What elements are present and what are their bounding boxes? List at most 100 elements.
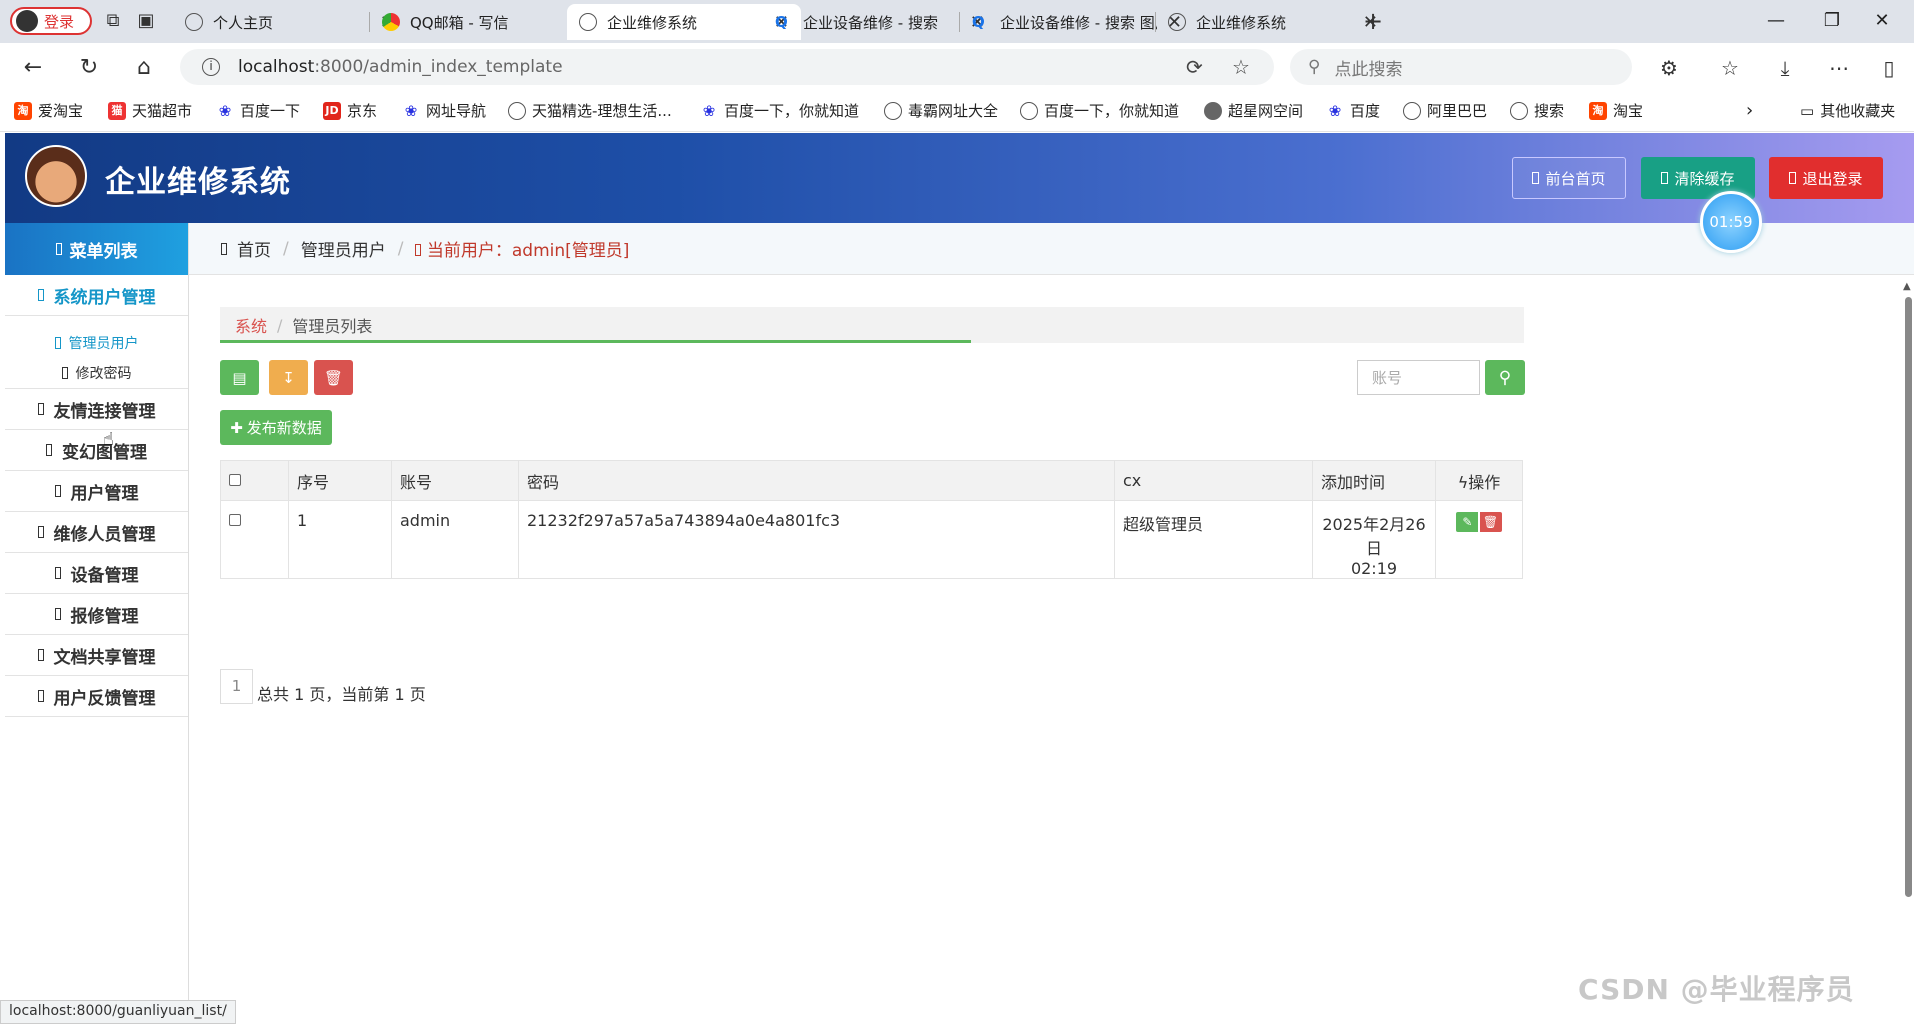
bookmark-item[interactable]: JD 京东 — [323, 100, 377, 121]
link-icon — [37, 403, 44, 415]
app-logo-avatar — [25, 145, 87, 207]
scroll-up-arrow-icon[interactable]: ▲ — [1903, 281, 1911, 292]
cell-no: 1 — [288, 500, 392, 579]
sidebar-item-repair-requests[interactable]: 报修管理 — [5, 594, 188, 635]
column-header[interactable]: 账号 — [391, 460, 519, 501]
sidebar-subitem-change-password[interactable]: 修改密码 — [5, 358, 188, 388]
logout-button[interactable]: 退出登录 — [1769, 157, 1883, 199]
bookmark-item[interactable]: ❀ 百度一下，你就知道 — [700, 100, 859, 121]
tab-actions-icon[interactable]: ▣ — [135, 10, 157, 32]
breadcrumb-home[interactable]: 首页 — [237, 236, 271, 261]
column-header[interactable]: 添加时间 — [1312, 460, 1436, 501]
export-word-button[interactable]: ▤ — [220, 360, 259, 395]
sidebar-item-friend-links[interactable]: 友情连接管理 — [5, 389, 188, 430]
bookmark-item[interactable]: 毒霸网址大全 — [884, 100, 998, 121]
new-tab-icon[interactable]: + — [1362, 9, 1384, 33]
row-checkbox[interactable] — [229, 514, 241, 526]
bookmark-item[interactable]: 阿里巴巴 — [1403, 100, 1487, 121]
column-header[interactable]: cx — [1114, 460, 1313, 501]
sidebar-toggle-icon[interactable]: ▯ — [1874, 53, 1904, 83]
other-bookmarks-folder[interactable]: ▭ 其他收藏夹 — [1800, 100, 1895, 121]
bookmarks-overflow-icon[interactable]: › — [1746, 100, 1753, 121]
browser-search-input[interactable]: ⚲ 点此搜索 — [1290, 49, 1632, 85]
address-input[interactable]: i localhost:8000/admin_index_template ⟳ … — [180, 49, 1274, 85]
reload-icon[interactable]: ↻ — [74, 53, 104, 83]
sidebar-header: 菜单列表 — [5, 223, 188, 275]
sidebar-item-repair-staff[interactable]: 维修人员管理 — [5, 512, 188, 553]
tab-title: 企业设备维修 - 搜索 图片 — [1000, 13, 1157, 32]
bookmark-item[interactable]: 淘淘宝 — [1589, 100, 1643, 121]
sidebar-item-doc-share[interactable]: 文档共享管理 — [5, 635, 188, 676]
tab-repair-system-2[interactable]: 企业维修系统 ✕ — [1156, 4, 1390, 40]
downloads-icon[interactable]: ⤓ — [1770, 53, 1800, 83]
bookmark-item[interactable]: 猫天猫超市 — [108, 100, 192, 121]
back-icon[interactable]: ← — [18, 53, 48, 83]
bookmark-item[interactable]: 淘爱淘宝 — [14, 100, 83, 121]
home-icon — [1532, 172, 1540, 184]
bookmark-label: 百度一下 — [240, 102, 301, 120]
sidebar-item-devices[interactable]: 设备管理 — [5, 553, 188, 594]
extensions-icon[interactable]: ⚙ — [1654, 53, 1684, 83]
favorites-icon[interactable]: ☆ — [1715, 53, 1745, 83]
column-header[interactable]: 序号 — [288, 460, 392, 501]
globe-icon — [1510, 101, 1528, 120]
restore-icon[interactable]: ❐ — [1810, 6, 1854, 36]
site-info-icon[interactable]: i — [202, 58, 220, 76]
app-header: 企业维修系统 前台首页 清除缓存 退出登录 01:59 — [5, 133, 1914, 253]
bookmark-item[interactable]: 百度一下，你就知道 — [1020, 100, 1179, 121]
translate-icon[interactable]: ⟳ — [1186, 55, 1203, 79]
search-button[interactable]: ⚲ — [1485, 360, 1525, 395]
sidebar-subitem-admin-users[interactable]: 管理员用户 — [5, 328, 188, 358]
bookmark-label: 超星网空间 — [1228, 102, 1304, 120]
sidebar-item-system-users[interactable]: 系统用户管理 — [5, 275, 188, 316]
select-all-checkbox[interactable] — [229, 474, 241, 486]
bookmark-item[interactable]: ❀ 百度一下 — [216, 100, 300, 121]
cell-time-clock: 02:19 — [1350, 559, 1398, 578]
column-header[interactable]: 密码 — [518, 460, 1115, 501]
sidebar-item-carousel[interactable]: 变幻图管理 — [5, 430, 188, 471]
wrench-icon — [37, 526, 44, 538]
bookmark-item[interactable]: 超星网空间 — [1204, 100, 1303, 121]
edit-button[interactable]: ✎ — [1456, 512, 1479, 532]
bookmark-item[interactable]: 搜索 — [1510, 100, 1564, 121]
breadcrumb-section[interactable]: 管理员用户 — [301, 236, 386, 261]
sidebar-subitem-label: 管理员用户 — [68, 336, 139, 352]
breadcrumb-separator: / — [283, 238, 289, 259]
profile-login-button[interactable]: 登录 — [10, 7, 92, 35]
breadcrumb-separator: / — [277, 315, 283, 335]
favorite-star-icon[interactable]: ☆ — [1232, 55, 1250, 79]
scrollbar-thumb[interactable] — [1905, 297, 1912, 897]
app-title: 企业维修系统 — [105, 165, 291, 200]
bookmark-item[interactable]: ❀ 百度 — [1326, 100, 1380, 121]
sidebar-item-feedback[interactable]: 用户反馈管理 — [5, 676, 188, 717]
batch-delete-button[interactable]: 🗑 — [314, 360, 353, 395]
bookmark-label: 其他收藏夹 — [1820, 102, 1896, 120]
globe-icon — [1020, 101, 1038, 120]
page-number-button[interactable]: 1 — [220, 668, 253, 704]
close-window-icon[interactable]: ✕ — [1860, 6, 1904, 36]
mouse-cursor-icon: ☝ — [103, 429, 114, 450]
bookmark-item[interactable]: 天猫精选-理想生活... — [508, 100, 672, 121]
sidebar-item-users[interactable]: 用户管理 — [5, 471, 188, 512]
more-menu-icon[interactable]: ⋯ — [1824, 53, 1854, 83]
export-button[interactable]: ↧ — [269, 360, 308, 395]
home-icon[interactable]: ⌂ — [129, 53, 159, 83]
bookmark-item[interactable]: ❀ 网址导航 — [402, 100, 486, 121]
front-home-button[interactable]: 前台首页 — [1512, 157, 1626, 199]
search-icon: ⚲ — [1498, 367, 1512, 388]
minimize-icon[interactable]: — — [1754, 6, 1798, 36]
delete-button[interactable]: 🗑 — [1479, 512, 1502, 532]
load-progress-bar — [220, 340, 971, 343]
taobao-icon: 淘 — [1589, 101, 1607, 120]
jd-icon: JD — [323, 101, 341, 120]
publish-new-button[interactable]: ✚ 发布新数据 — [220, 410, 332, 445]
account-search-input[interactable] — [1357, 360, 1480, 395]
page-scrollbar[interactable]: ▲ — [1902, 275, 1914, 1024]
workspaces-icon[interactable]: ⧉ — [102, 10, 124, 32]
cell-password: 21232f297a57a5a743894a0e4a801fc3 — [518, 500, 1115, 579]
bookmark-label: 搜索 — [1534, 102, 1565, 120]
admin-table: 序号 账号 密码 cx 添加时间 ϟ操作 1 admin 21232f297a5… — [220, 460, 1523, 579]
list-breadcrumb-root[interactable]: 系统 — [235, 313, 267, 337]
address-toolbar: ← ↻ ⌂ i localhost:8000/admin_index_templ… — [0, 43, 1914, 91]
row-select-cell — [220, 500, 289, 579]
